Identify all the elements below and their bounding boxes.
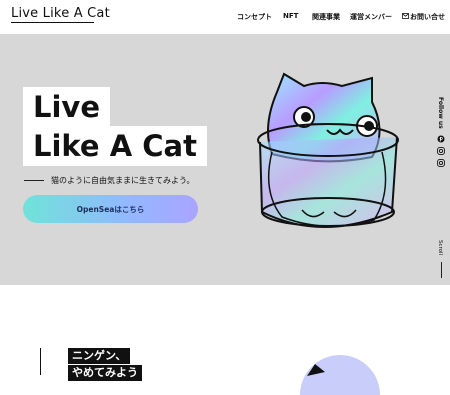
hero: Live Like A Cat 猫のように自由気ままに生きてみよう。 OpenS… (0, 34, 450, 285)
mail-icon (402, 13, 409, 19)
section2-rule (40, 348, 41, 375)
nav-item-contact[interactable]: お問い合せ (402, 12, 445, 22)
tagline-rule (24, 180, 44, 181)
hero-tagline: 猫のように自由気ままに生きてみよう。 (51, 176, 195, 185)
pinterest-icon[interactable] (437, 135, 445, 143)
section2-heading-line1: ニンゲン、 (68, 348, 131, 364)
hero-title-line2: Like A Cat (23, 126, 207, 166)
scroll-label: Scroll (437, 240, 443, 256)
cat-ear-illustration (307, 364, 325, 376)
follow-us-label: Follow us (437, 97, 444, 129)
nav-item-contact-label: お問い合せ (410, 13, 445, 21)
opensea-button[interactable]: OpenSeaはこちら (23, 195, 198, 223)
cat-in-glass-illustration (257, 72, 399, 228)
scroll-indicator-line (441, 262, 442, 278)
nav-item-related-business[interactable]: 関連事業 (312, 12, 340, 22)
nav-item-members[interactable]: 運営メンバー (350, 12, 392, 22)
instagram-icon[interactable] (437, 159, 445, 167)
section2-heading-line2: やめてみよう (68, 365, 142, 381)
site-logo[interactable]: Live Like A Cat (11, 6, 110, 21)
header: Live Like A Cat コンセプト NFT 関連事業 運営メンバー お問… (0, 0, 450, 34)
instagram-icon[interactable] (437, 147, 445, 155)
logo-underline (11, 22, 94, 23)
nav-item-nft[interactable]: NFT (283, 12, 298, 20)
hero-title-line1: Live (23, 87, 110, 127)
nav-item-concept[interactable]: コンセプト (237, 12, 272, 22)
